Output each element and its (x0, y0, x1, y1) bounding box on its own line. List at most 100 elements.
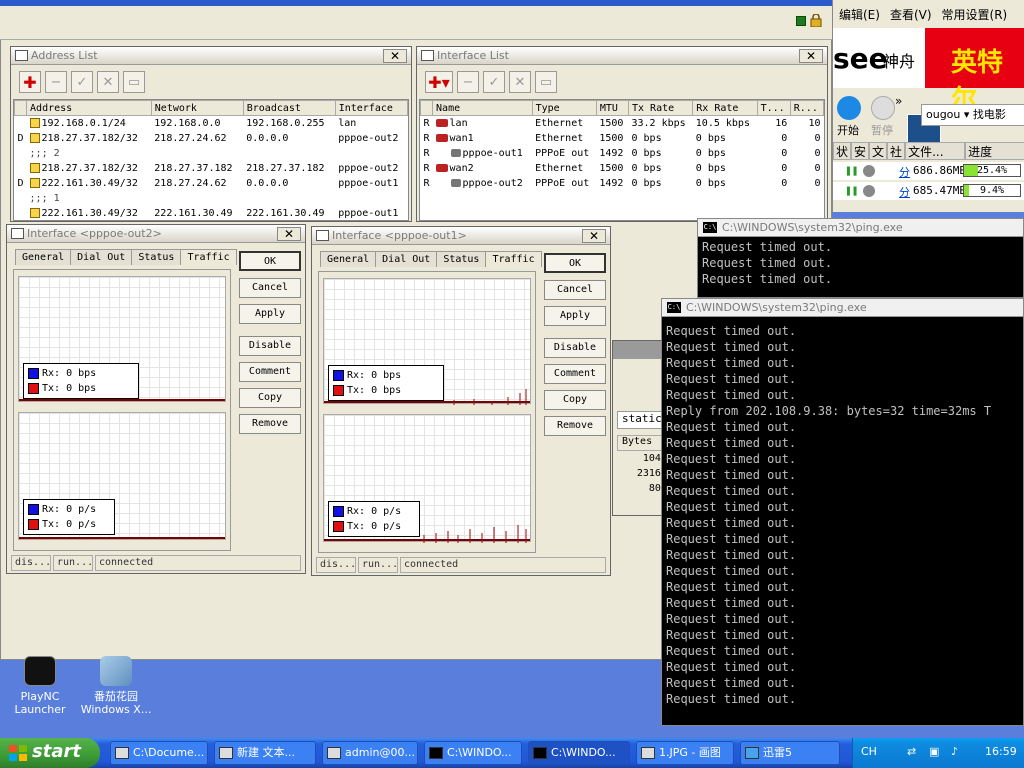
pause-icon[interactable] (871, 96, 895, 120)
col-address[interactable]: Address (26, 100, 152, 116)
table-row[interactable]: Rwan1 Ethernet 1500 0 bps 0 bps 0 0 (421, 131, 824, 146)
file-name[interactable]: 分 (899, 184, 910, 200)
col-rx-rate[interactable]: Rx Rate (692, 100, 758, 116)
copy-button[interactable]: Copy (544, 390, 606, 410)
address-list-titlebar[interactable]: Address List ✕ (11, 47, 411, 65)
comment-button[interactable]: Comment (544, 364, 606, 384)
remove-button[interactable]: Remove (239, 414, 301, 434)
remove-icon[interactable]: − (45, 71, 67, 93)
start-download-label[interactable]: 开始 (837, 122, 859, 138)
search-input[interactable]: ougou ▾ 找电影 (921, 104, 1024, 126)
tab-dial-out[interactable]: Dial Out (70, 249, 133, 265)
table-row[interactable]: 218.27.37.182/32 218.27.37.182 218.27.37.1… (15, 161, 408, 176)
volume-icon[interactable]: ♪ (951, 745, 958, 758)
disable-button[interactable]: Disable (544, 338, 606, 358)
col-r[interactable]: R... (789, 100, 824, 116)
tab-general[interactable]: General (15, 249, 72, 265)
tab-status[interactable]: Status (131, 249, 182, 265)
table-row[interactable]: Rpppoe-out1 PPPoE out 1492 0 bps 0 bps 0 0 (421, 146, 824, 161)
disable-icon[interactable]: ✕ (509, 71, 531, 93)
tab-dial-out[interactable]: Dial Out (375, 251, 438, 267)
interface-list-titlebar[interactable]: Interface List ✕ (417, 47, 827, 65)
remove-button[interactable]: Remove (544, 416, 606, 436)
add-dropdown-icon[interactable]: ✚▾ (425, 71, 453, 93)
download-row[interactable]: ❚❚ 分 685.47MB 9.4% (833, 182, 1024, 200)
close-icon[interactable]: ✕ (383, 49, 407, 63)
cancel-button[interactable]: Cancel (544, 280, 606, 300)
tray-app-icon[interactable]: ▣ (929, 745, 939, 758)
enable-icon[interactable]: ✓ (483, 71, 505, 93)
col-safe[interactable]: 安 (851, 142, 870, 160)
col-file[interactable]: 文 (869, 142, 888, 160)
ad-banner[interactable]: see 神舟 英特尔 (833, 28, 1024, 115)
console-titlebar[interactable]: C:\ C:\WINDOWS\system32\ping.exe (698, 219, 1023, 237)
disable-icon[interactable]: ✕ (97, 71, 119, 93)
cancel-button[interactable]: Cancel (239, 278, 301, 298)
enable-icon[interactable]: ✓ (71, 71, 93, 93)
table-row[interactable]: Rpppoe-out2 PPPoE out 1492 0 bps 0 bps 0 0 (421, 176, 824, 191)
task-button[interactable]: C:\WINDO... (424, 741, 522, 765)
col-interface[interactable]: Interface (334, 100, 408, 116)
menu-edit[interactable]: 编辑(E) (839, 6, 880, 26)
col-filename[interactable]: 文件... (905, 142, 966, 160)
dialog-titlebar[interactable]: Interface <pppoe-out2> ✕ (7, 225, 305, 243)
desktop-icon-plaync[interactable]: PlayNC Launcher (0, 656, 80, 716)
task-button[interactable]: C:\WINDO... (528, 741, 630, 765)
col-broadcast[interactable]: Broadcast (242, 100, 336, 116)
task-button[interactable]: 1.JPG - 画图 (636, 741, 734, 765)
apply-button[interactable]: Apply (239, 304, 301, 324)
table-row[interactable]: 222.161.30.49/32 222.161.30.49 222.161.30.… (15, 206, 408, 221)
apply-button[interactable]: Apply (544, 306, 606, 326)
comment-row[interactable]: ;;; 1 (15, 191, 408, 206)
col-status[interactable]: 状 (833, 142, 852, 160)
menu-view[interactable]: 查看(V) (890, 6, 932, 26)
col-tx-rate[interactable]: Tx Rate (627, 100, 694, 116)
col-progress[interactable]: 进度 (965, 142, 1024, 160)
pause-state-icon[interactable]: ❚❚ (845, 184, 858, 197)
menu-settings[interactable]: 常用设置(R) (942, 6, 1008, 26)
network-icon[interactable]: ⇄ (907, 745, 916, 758)
table-row[interactable]: D 222.161.30.49/32 218.27.24.62 0.0.0.0 pppo… (15, 176, 408, 191)
task-button[interactable]: admin@00... (322, 741, 418, 765)
col-name[interactable]: Name (432, 100, 533, 116)
add-icon[interactable]: ✚ (19, 71, 41, 93)
tab-general[interactable]: General (320, 251, 377, 267)
more-chevron-icon[interactable]: » (895, 94, 902, 108)
copy-button[interactable]: Copy (239, 388, 301, 408)
task-button[interactable]: 新建 文本... (214, 741, 316, 765)
start-download-icon[interactable] (837, 96, 861, 120)
tab-traffic[interactable]: Traffic (485, 251, 542, 267)
file-name[interactable]: 分 (899, 164, 910, 180)
task-button[interactable]: C:\Docume... (110, 741, 208, 765)
remove-icon[interactable]: − (457, 71, 479, 93)
comment-button[interactable]: Comment (239, 362, 301, 382)
close-icon[interactable]: ✕ (277, 227, 301, 241)
clock[interactable]: 16:59 (985, 745, 1017, 758)
ok-button[interactable]: OK (239, 251, 301, 271)
task-button[interactable]: 迅雷5 (740, 741, 840, 765)
language-indicator[interactable]: CH (861, 745, 877, 758)
pause-label[interactable]: 暂停 (871, 122, 893, 138)
tab-traffic[interactable]: Traffic (180, 249, 237, 265)
col-type[interactable]: Type (531, 100, 597, 116)
close-icon[interactable]: ✕ (799, 49, 823, 63)
comment-row[interactable]: ;;; 2 (15, 146, 408, 161)
table-row[interactable]: Rlan Ethernet 1500 33.2 kbps 10.5 kbps 16 10 (421, 116, 824, 131)
start-button[interactable]: start (0, 738, 100, 768)
download-row[interactable]: ❚❚ 分 686.86MB 25.4% (833, 162, 1024, 180)
col-social[interactable]: 社 (887, 142, 906, 160)
desktop-icon-tomato-garden[interactable]: 番茄花园 Windows X... (76, 656, 156, 716)
disable-button[interactable]: Disable (239, 336, 301, 356)
console-titlebar[interactable]: C:\ C:\WINDOWS\system32\ping.exe (662, 299, 1023, 317)
dialog-titlebar[interactable]: Interface <pppoe-out1> ✕ (312, 227, 610, 245)
col-network[interactable]: Network (150, 100, 244, 116)
close-icon[interactable]: ✕ (582, 229, 606, 243)
col-mtu[interactable]: MTU (595, 100, 630, 116)
tab-status[interactable]: Status (436, 251, 487, 267)
comment-icon[interactable]: ▭ (535, 71, 557, 93)
col-t[interactable]: T... (756, 100, 791, 116)
table-row[interactable]: Rwan2 Ethernet 1500 0 bps 0 bps 0 0 (421, 161, 824, 176)
table-row[interactable]: D 218.27.37.182/32 218.27.24.62 0.0.0.0 pppo… (15, 131, 408, 146)
pause-state-icon[interactable]: ❚❚ (845, 164, 858, 177)
ok-button[interactable]: OK (544, 253, 606, 273)
